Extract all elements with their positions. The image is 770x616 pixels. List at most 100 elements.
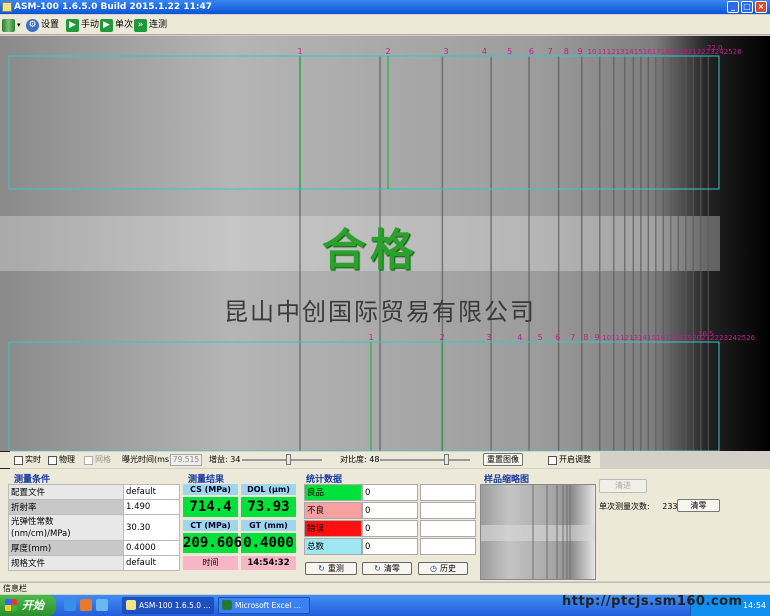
stats-value: 0: [362, 538, 418, 555]
condition-value: 30.30: [123, 514, 180, 541]
condition-value: default: [123, 555, 180, 571]
continuous-label: 连测: [149, 20, 168, 30]
dol-label: DOL (μm): [241, 484, 296, 495]
sample-thumbnail: [480, 484, 596, 580]
gt-label: GT (mm): [241, 520, 296, 531]
stats-row: 错误 0: [304, 520, 476, 538]
time-label: 时间: [183, 556, 238, 570]
toolbar: ▾ ⚙ 设置 ▶ 手动 ▶ 单次 » 连测: [0, 15, 770, 35]
stats-blank-cell: [420, 520, 476, 537]
settings-button[interactable]: ⚙ 设置: [26, 17, 59, 33]
task-asm-label: ASM-100 1.6.5.0 ...: [139, 601, 211, 610]
fringe-order-label: 20: [679, 48, 688, 56]
contrast-slider-thumb[interactable]: [444, 454, 449, 465]
history-button[interactable]: ◷ 历史: [418, 562, 468, 575]
settings-label: 设置: [41, 20, 60, 30]
condition-key: 厚度(mm): [8, 540, 124, 556]
condition-row: 规格文件 default: [8, 555, 180, 571]
condition-row: 折射率 1.490: [8, 499, 180, 515]
task-excel[interactable]: Microsoft Excel ...: [218, 597, 310, 614]
stats-clear-button[interactable]: ↻ 清零: [362, 562, 412, 575]
sample-checkbox[interactable]: 物理: [48, 454, 75, 466]
fringe-order-label: 12: [607, 48, 616, 56]
firefox-icon[interactable]: [80, 599, 92, 611]
contrast-slider-track[interactable]: [380, 459, 470, 461]
fringe-order-label: 13: [616, 48, 625, 56]
count-clear-button[interactable]: 清零: [677, 499, 720, 512]
gain-slider-thumb[interactable]: [286, 454, 291, 465]
stats-value: 0: [362, 520, 418, 537]
fringe-order-label: 15: [634, 48, 643, 56]
disabled-action-button[interactable]: 清进: [599, 479, 647, 493]
fringe-order-label: 26: [733, 48, 742, 56]
fringe-order-label: 13: [629, 334, 638, 342]
single-step-icon: ▶: [100, 18, 113, 32]
measurement-image-view[interactable]: 1 2 3 4 5 6 7 8 9 10 11 12 13 14 15 16 17 18 19 20 21 22 23 24 2…: [0, 36, 770, 451]
grid-checkbox[interactable]: 网格: [84, 454, 111, 466]
fringe-order-label: 17: [665, 334, 674, 342]
continuous-button[interactable]: » 连测: [134, 17, 167, 33]
title-bar: ASM-100 1.6.5.0 Build 2015.1.22 11:47 _ …: [0, 0, 770, 14]
fringe-order-label: 11: [598, 48, 607, 56]
ie-icon[interactable]: [64, 599, 76, 611]
fringe-order-label: 7: [548, 47, 553, 56]
asm-app-icon: [126, 600, 136, 610]
upper-guide-box: [8, 55, 720, 190]
manual-label: 手动: [81, 20, 100, 30]
conditions-table: 配置文件 default 折射率 1.490 光弹性常数 (nm/cm)/MPa) 30.…: [8, 484, 180, 571]
fringe-order-label: 21: [688, 48, 697, 56]
pass-stamp: 合格: [322, 225, 418, 276]
fringe-marker-value: 22.0: [707, 44, 723, 52]
clock: 14:54: [742, 601, 766, 610]
desktop-icon[interactable]: [96, 599, 108, 611]
excel-icon: [222, 600, 232, 610]
condition-key: 配置文件: [8, 484, 124, 500]
retest-icon: ↻: [318, 564, 325, 573]
fringe-order-label: 4: [517, 333, 522, 342]
fringe-order-label: 3: [486, 333, 491, 342]
cs-label: CS (MPa): [183, 484, 238, 495]
task-asm[interactable]: ASM-100 1.6.5.0 ...: [122, 597, 214, 614]
single-label: 单次: [115, 20, 134, 30]
fringe-order-label: 9: [594, 333, 599, 342]
fringe-order-label: 4: [482, 47, 487, 56]
close-button[interactable]: ×: [755, 1, 767, 13]
minimize-button[interactable]: _: [727, 1, 739, 13]
fringe-order-label: 2: [385, 47, 390, 56]
fringe-order-label: 3: [444, 47, 449, 56]
stats-label: 良品: [304, 484, 362, 501]
retest-button[interactable]: ↻ 重测: [305, 562, 357, 575]
clock-icon: ◷: [430, 564, 437, 573]
clear-icon: ↻: [374, 564, 381, 573]
gain-slider-track[interactable]: [242, 459, 322, 461]
stats-blank-cell: [420, 538, 476, 555]
condition-value: 1.490: [123, 499, 180, 515]
fringe-order-label: 1: [297, 47, 302, 56]
maximize-button[interactable]: □: [741, 1, 753, 13]
fringe-order-label: 18: [661, 48, 670, 56]
exposure-input[interactable]: 79.515: [170, 454, 202, 466]
gt-value: 0.4000: [241, 533, 296, 553]
watermark-text: 昆山中创国际贸易有限公司: [224, 298, 536, 326]
contrast-label: 对比度: 48: [340, 455, 380, 464]
cs-value: 714.4: [183, 497, 238, 517]
fringe-order-label: 1: [368, 333, 373, 342]
manual-button[interactable]: ▶ 手动: [66, 17, 99, 33]
stats-row: 良品 0: [304, 484, 476, 502]
fringe-order-label: 12: [620, 334, 629, 342]
auto-adjust-checkbox[interactable]: 开启调整: [548, 454, 591, 466]
fast-forward-icon: »: [134, 18, 147, 32]
condition-value: default: [123, 484, 180, 500]
single-count-value: 233: [662, 502, 678, 511]
fringe-order-label: 18: [674, 334, 683, 342]
condition-key: 规格文件: [8, 555, 124, 571]
realtime-checkbox[interactable]: 实时: [14, 454, 41, 466]
reset-image-button[interactable]: 重置图像: [483, 453, 523, 466]
condition-row: 光弹性常数 (nm/cm)/MPa) 30.30: [8, 514, 180, 541]
fringe-order-label: 11: [611, 334, 620, 342]
fringe-order-label: 17: [652, 48, 661, 56]
fringe-order-label: 8: [583, 333, 588, 342]
start-button[interactable]: 开始: [0, 595, 56, 616]
single-button[interactable]: ▶ 单次: [100, 17, 133, 33]
menu-dropdown-button[interactable]: ▾: [2, 17, 21, 33]
